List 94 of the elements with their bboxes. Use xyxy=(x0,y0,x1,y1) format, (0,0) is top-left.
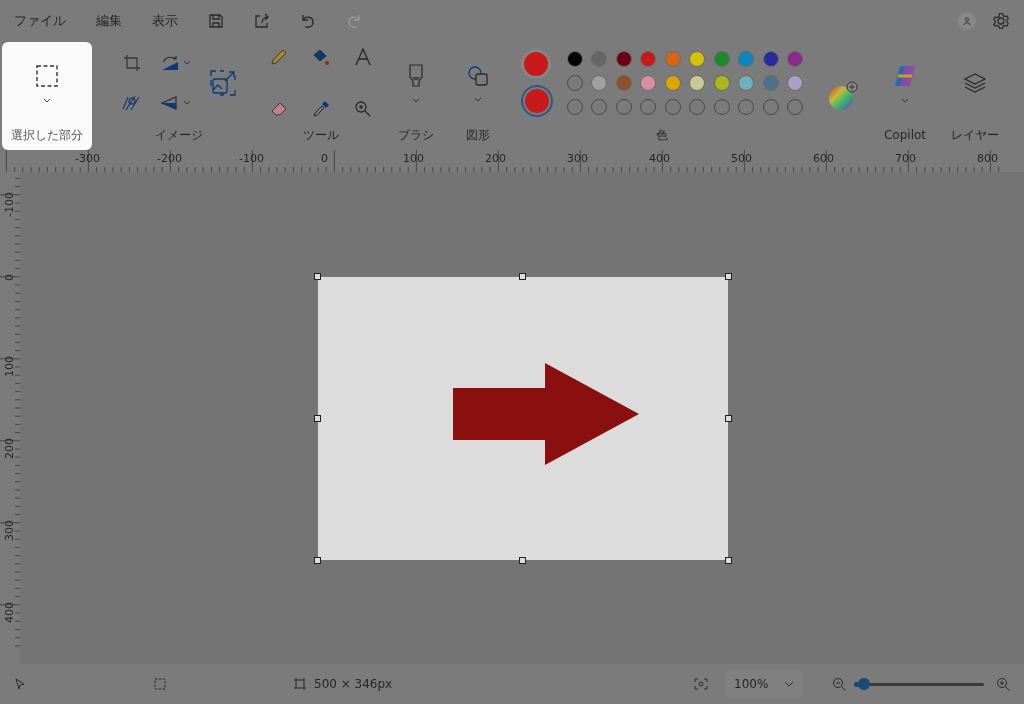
color-swatch[interactable] xyxy=(664,51,681,67)
text-icon[interactable] xyxy=(354,48,372,66)
menu-item[interactable]: 表示 xyxy=(152,12,178,30)
resize-image-icon[interactable] xyxy=(210,70,236,96)
color-swatch[interactable] xyxy=(615,51,632,67)
caret-icon xyxy=(412,97,420,103)
selection-rectangle-icon xyxy=(35,63,59,88)
ruler-label: -200 xyxy=(157,152,182,165)
color-swatch[interactable] xyxy=(689,75,706,91)
group-label: Copilot xyxy=(883,127,927,144)
current-color[interactable] xyxy=(520,49,551,79)
color-wheel-icon[interactable] xyxy=(828,81,858,111)
resize-handle[interactable] xyxy=(725,415,732,422)
ruler-label: -100 xyxy=(239,152,264,165)
resize-handle[interactable] xyxy=(314,415,321,422)
group-label: 図形 xyxy=(466,127,490,144)
resize-handle[interactable] xyxy=(314,557,321,564)
ruler-label: 200 xyxy=(3,438,16,459)
color-swatch[interactable] xyxy=(664,75,681,91)
group-label: レイヤー xyxy=(951,127,999,144)
zoom-out-icon[interactable] xyxy=(832,677,846,691)
color-swatch[interactable] xyxy=(738,75,755,91)
group-label: ツール xyxy=(303,127,339,144)
ruler-label: 0 xyxy=(321,152,328,165)
pointer-icon xyxy=(14,678,26,690)
resize-handle[interactable] xyxy=(314,273,321,280)
color-swatch[interactable] xyxy=(762,51,779,67)
ruler-label: 300 xyxy=(3,520,16,541)
ruler-label: -100 xyxy=(3,192,16,217)
group-label: 色 xyxy=(656,127,668,144)
ruler-label: 100 xyxy=(403,152,424,165)
group-label: 選択した部分 xyxy=(11,127,83,144)
zoom-icon[interactable] xyxy=(354,100,372,118)
zoom-dropdown[interactable]: 100% xyxy=(726,670,802,698)
ruler-label: 300 xyxy=(567,152,588,165)
remove-background-icon[interactable] xyxy=(122,94,142,112)
caret-icon xyxy=(474,96,482,102)
fill-bucket-icon[interactable] xyxy=(312,48,330,66)
menu-item[interactable]: 編集 xyxy=(96,12,122,30)
layers-icon[interactable] xyxy=(964,73,986,93)
canvas-size: 500 × 346px xyxy=(314,677,393,691)
eraser-icon[interactable] xyxy=(270,100,288,118)
current-color[interactable] xyxy=(520,85,553,117)
group-label: イメージ xyxy=(155,127,203,144)
selection-group[interactable]: 選択した部分 xyxy=(2,42,92,150)
eyedropper-icon[interactable] xyxy=(312,100,330,118)
zoom-in-icon[interactable] xyxy=(996,677,1010,691)
ruler-label: 400 xyxy=(3,602,16,623)
color-swatch[interactable] xyxy=(738,51,755,67)
ruler-label: 800 xyxy=(977,152,998,165)
color-swatch[interactable] xyxy=(689,51,706,67)
flip-icon[interactable] xyxy=(160,94,192,112)
ruler-label: -300 xyxy=(75,152,100,165)
color-swatch[interactable] xyxy=(615,75,632,91)
color-swatch[interactable] xyxy=(787,51,804,67)
ruler-label: 100 xyxy=(3,356,16,377)
color-swatch[interactable] xyxy=(640,51,657,67)
copilot-icon[interactable] xyxy=(892,63,918,88)
redo-icon[interactable] xyxy=(346,13,362,29)
ruler-label: 0 xyxy=(3,274,16,281)
resize-handle[interactable] xyxy=(519,557,526,564)
color-swatch[interactable] xyxy=(713,75,730,91)
ruler-label: 500 xyxy=(731,152,752,165)
canvas-size-icon xyxy=(294,678,306,690)
resize-handle[interactable] xyxy=(725,273,732,280)
account-icon[interactable] xyxy=(958,12,976,30)
ruler-label: 700 xyxy=(895,152,916,165)
pencil-icon[interactable] xyxy=(270,48,288,66)
color-swatch[interactable] xyxy=(713,51,730,67)
undo-icon[interactable] xyxy=(300,13,316,29)
color-swatch[interactable] xyxy=(591,75,608,91)
caret-icon xyxy=(43,97,51,103)
brush-icon[interactable] xyxy=(408,63,424,88)
ruler-label: 200 xyxy=(485,152,506,165)
menu-item[interactable]: ファイル xyxy=(14,12,66,30)
fit-to-window-icon[interactable] xyxy=(694,678,708,690)
color-swatch[interactable] xyxy=(640,75,657,91)
crop-icon[interactable] xyxy=(123,54,141,72)
caret-icon xyxy=(901,97,909,103)
share-icon[interactable] xyxy=(254,13,270,29)
resize-handle[interactable] xyxy=(725,557,732,564)
save-icon[interactable] xyxy=(208,13,224,29)
rotate-icon[interactable] xyxy=(160,54,192,72)
color-swatch[interactable] xyxy=(566,51,583,67)
resize-handle[interactable] xyxy=(519,273,526,280)
shapes-icon[interactable] xyxy=(467,64,489,87)
ruler-label: 600 xyxy=(813,152,834,165)
selection-icon xyxy=(154,678,166,690)
color-swatch[interactable] xyxy=(762,75,779,91)
settings-icon[interactable] xyxy=(992,12,1010,30)
caret-icon xyxy=(784,681,794,687)
ruler-label: 400 xyxy=(649,152,670,165)
color-swatch[interactable] xyxy=(787,75,804,91)
group-label: ブラシ xyxy=(398,127,434,144)
